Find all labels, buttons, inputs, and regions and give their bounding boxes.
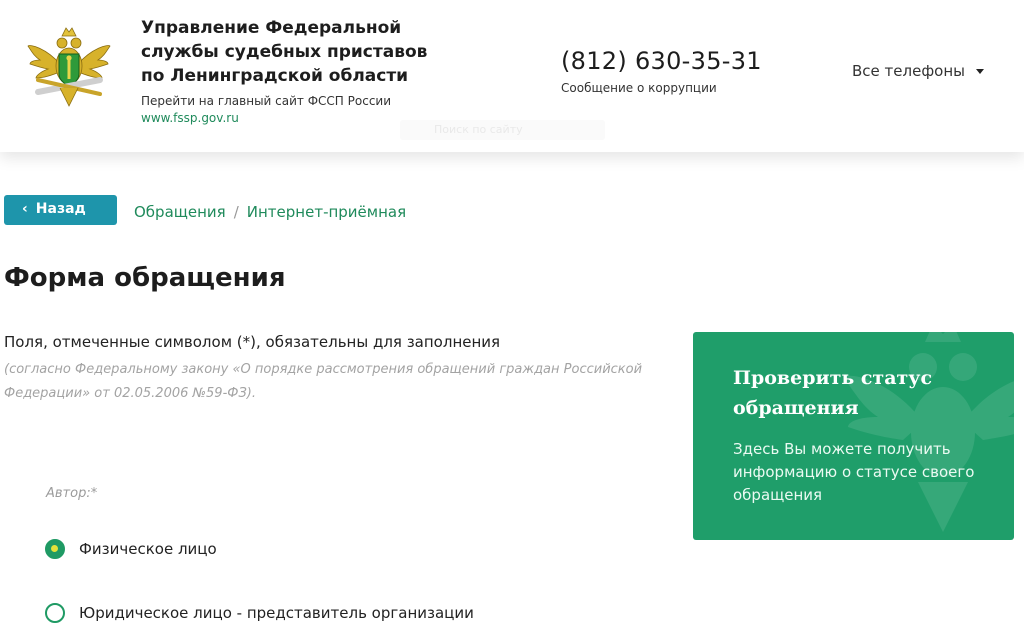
all-phones-dropdown[interactable]: Все телефоны	[852, 62, 965, 80]
org-title-line: Управление Федеральной	[141, 18, 402, 38]
back-button[interactable]: ‹ Назад	[4, 195, 117, 225]
breadcrumb-item-internet-reception[interactable]: Интернет-приёмная	[247, 203, 406, 221]
corruption-report-link[interactable]: Сообщение о коррупции	[561, 81, 717, 95]
back-button-label: Назад	[35, 201, 86, 217]
required-fields-note: Поля, отмеченные символом (*), обязатель…	[4, 333, 501, 351]
page-title: Форма обращения	[4, 263, 286, 293]
radio-icon[interactable]	[45, 539, 65, 559]
breadcrumb-item-appeals[interactable]: Обращения	[134, 203, 226, 221]
org-title-line: по Ленинградской области	[141, 66, 409, 86]
caret-down-icon[interactable]	[976, 69, 984, 74]
author-label: Автор:*	[46, 486, 98, 501]
breadcrumb-separator: /	[233, 203, 239, 221]
status-card-title[interactable]: Проверить статус обращения	[733, 363, 973, 423]
check-status-card[interactable]: Проверить статус обращения Здесь Вы може…	[693, 332, 1014, 540]
law-reference-note: (согласно Федеральному закону «О порядке…	[4, 362, 643, 401]
radio-label[interactable]: Физическое лицо	[79, 540, 217, 558]
breadcrumb: Обращения / Интернет-приёмная	[134, 203, 406, 221]
search-box[interactable]: Поиск по сайту	[400, 120, 605, 140]
fssp-emblem-icon[interactable]	[26, 22, 112, 114]
org-title[interactable]: Управление Федеральной службы судебных п…	[141, 16, 428, 88]
main-site-text[interactable]: Перейти на главный сайт ФССП России	[141, 94, 391, 108]
phone-number[interactable]: (812) 630-35-31	[561, 47, 762, 75]
status-card-description: Здесь Вы можете получить информацию о ст…	[733, 440, 975, 504]
chevron-left-icon: ‹	[22, 201, 28, 217]
search-placeholder: Поиск по сайту	[434, 123, 523, 136]
site-header: Управление Федеральной службы судебных п…	[0, 0, 1024, 152]
main-site-link[interactable]: www.fssp.gov.ru	[141, 111, 239, 125]
radio-icon[interactable]	[45, 603, 65, 623]
radio-label[interactable]: Юридическое лицо - представитель организ…	[79, 604, 474, 622]
org-title-line: службы судебных приставов	[141, 42, 428, 62]
